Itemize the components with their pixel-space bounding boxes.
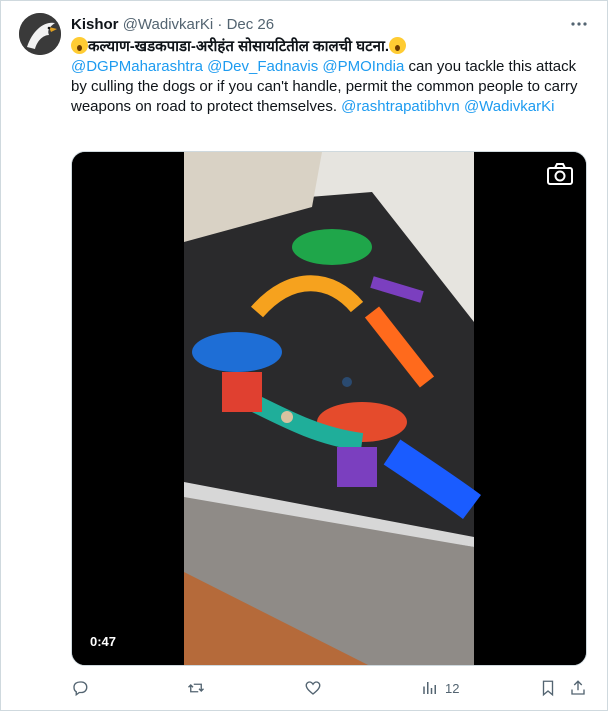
views-count: 12: [445, 680, 460, 696]
views-button[interactable]: 12: [421, 679, 459, 697]
camera-icon[interactable]: [546, 162, 574, 186]
reply-icon: [73, 681, 88, 697]
retweet-icon: [188, 683, 204, 693]
mention-link[interactable]: @DGPMaharashtra: [71, 58, 203, 75]
tweet-text: कल्याण-खडकपाडा-अरीहंत सोसायटितील कालची घ…: [71, 37, 591, 117]
video-duration: 0:47: [90, 634, 117, 649]
views-icon: [423, 682, 436, 694]
tweet-header: Kishor @WadivkarKi · Dec 26: [71, 15, 274, 35]
mention-link[interactable]: @Dev_Fadnavis: [207, 58, 318, 75]
tweet-card[interactable]: Kishor @WadivkarKi · Dec 26 कल्याण-खडकपा…: [0, 0, 608, 711]
separator-dot: ·: [217, 16, 223, 33]
author-handle[interactable]: @WadivkarKi: [123, 16, 214, 33]
action-bar: 12: [71, 679, 591, 701]
share-icon: [571, 680, 585, 695]
share-button[interactable]: [569, 679, 587, 697]
avatar-eagle-image: [19, 13, 61, 55]
bookmark-button[interactable]: [539, 679, 557, 697]
video-player[interactable]: 0:47: [71, 151, 587, 666]
tweet-body: @DGPMaharashtra @Dev_Fadnavis @PMOIndia …: [71, 57, 591, 117]
mention-link[interactable]: @rashtrapatibhvn: [341, 98, 460, 115]
tweet-title: कल्याण-खडकपाडा-अरीहंत सोसायटितील कालची घ…: [88, 38, 390, 55]
heart-icon: [305, 681, 321, 695]
author-name[interactable]: Kishor: [71, 16, 119, 33]
mention-link[interactable]: @PMOIndia: [322, 58, 404, 75]
like-button[interactable]: [304, 679, 322, 697]
tweet-date[interactable]: Dec 26: [227, 16, 275, 33]
screaming-face-emoji: [71, 37, 88, 54]
more-icon[interactable]: [569, 15, 589, 35]
avatar[interactable]: [19, 13, 61, 55]
tweet-title-line: कल्याण-खडकपाडा-अरीहंत सोसायटितील कालची घ…: [71, 37, 591, 57]
bookmark-icon: [542, 680, 554, 697]
screaming-face-emoji: [389, 37, 407, 54]
retweet-button[interactable]: [187, 679, 205, 697]
reply-button[interactable]: [71, 679, 89, 697]
video-frame: [72, 152, 586, 665]
mention-link[interactable]: @WadivkarKi: [464, 98, 555, 115]
